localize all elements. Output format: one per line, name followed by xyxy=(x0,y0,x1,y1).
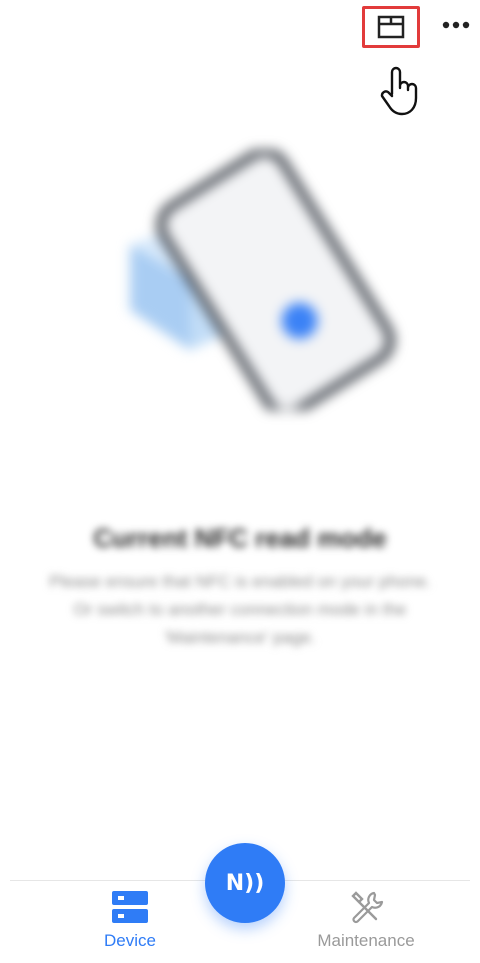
nfc-read-button[interactable]: N)) xyxy=(205,843,285,923)
folder-icon xyxy=(377,15,405,39)
tab-device[interactable]: Device xyxy=(70,889,190,959)
tab-device-label: Device xyxy=(104,931,156,950)
mode-description: Please ensure that NFC is enabled on you… xyxy=(49,572,431,647)
more-horizontal-icon xyxy=(442,21,470,29)
tools-icon xyxy=(351,891,384,924)
nfc-phone-illustration xyxy=(130,150,395,410)
more-options-button[interactable] xyxy=(436,10,476,40)
mode-title: Current NFC read mode xyxy=(93,523,387,553)
folder-button[interactable] xyxy=(362,6,420,48)
nfc-icon: N)) xyxy=(225,870,265,896)
tab-maintenance[interactable]: Maintenance xyxy=(306,889,426,959)
hand-pointer-icon xyxy=(380,66,418,116)
top-bar xyxy=(0,0,480,60)
tab-maintenance-label: Maintenance xyxy=(317,931,415,950)
device-server-icon xyxy=(112,891,148,923)
